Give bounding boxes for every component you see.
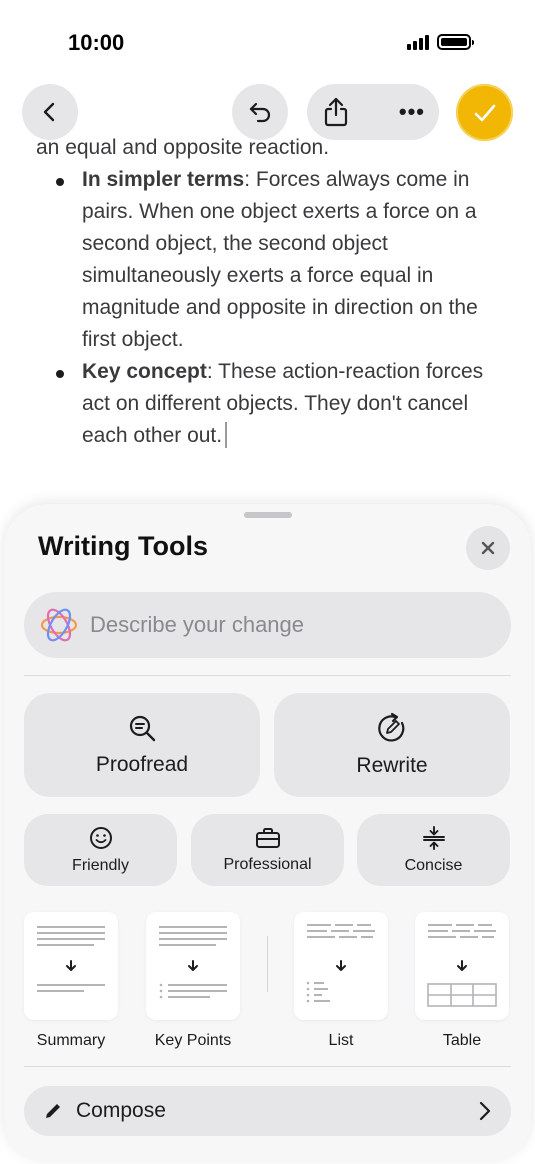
chevron-right-icon xyxy=(479,1101,491,1121)
describe-change-field[interactable] xyxy=(24,592,511,658)
table-label: Table xyxy=(442,1032,482,1049)
rewrite-icon xyxy=(378,712,405,742)
checkmark-icon xyxy=(474,104,495,121)
signal-icon xyxy=(407,34,429,50)
list-item: Key concept: These action-reaction force… xyxy=(52,356,512,452)
sheet-grabber[interactable] xyxy=(244,512,292,518)
professional-label: Professional xyxy=(223,856,312,873)
proofread-icon xyxy=(129,715,156,742)
back-button[interactable] xyxy=(22,84,78,140)
close-icon xyxy=(481,541,495,555)
bullet-term: Key concept xyxy=(82,360,207,383)
key-points-label: Key Points xyxy=(154,1032,232,1049)
list-label: List xyxy=(328,1032,354,1049)
bullet-list: In simpler terms: Forces always come in … xyxy=(52,164,512,452)
note-body[interactable]: an equal and opposite reaction. In simpl… xyxy=(0,132,535,462)
compose-label: Compose xyxy=(76,1099,166,1122)
divider xyxy=(24,675,511,676)
table-icon xyxy=(427,924,497,1007)
proofread-label: Proofread xyxy=(95,753,189,776)
friendly-label: Friendly xyxy=(72,857,129,874)
undo-icon xyxy=(249,102,271,123)
proofread-button[interactable]: Proofread xyxy=(24,693,260,797)
apple-intelligence-icon xyxy=(40,608,78,642)
concise-icon xyxy=(422,826,445,850)
briefcase-icon xyxy=(255,828,280,848)
concise-label: Concise xyxy=(404,857,463,874)
panel-title: Writing Tools xyxy=(38,531,208,561)
done-button[interactable] xyxy=(456,84,513,141)
list-item: In simpler terms: Forces always come in … xyxy=(52,164,512,356)
compose-button[interactable]: Compose xyxy=(24,1086,511,1136)
key-points-icon xyxy=(159,926,227,999)
bullet-term: In simpler terms xyxy=(82,168,245,191)
list-icon xyxy=(306,924,375,1003)
rewrite-label: Rewrite xyxy=(356,754,428,777)
key-points-card[interactable] xyxy=(146,912,240,1020)
bullet-text: : Forces always come in pairs. When one … xyxy=(82,168,478,351)
professional-button[interactable]: Professional xyxy=(191,814,344,886)
close-button[interactable] xyxy=(466,526,510,570)
status-icons xyxy=(407,34,474,50)
summary-label: Summary xyxy=(36,1032,106,1049)
describe-change-input[interactable] xyxy=(90,612,470,638)
friendly-button[interactable]: Friendly xyxy=(24,814,177,886)
battery-icon xyxy=(437,34,474,50)
divider xyxy=(24,1066,511,1067)
chevron-left-icon xyxy=(43,102,55,122)
share-more-group: ••• xyxy=(307,84,439,140)
pencil-icon xyxy=(46,1104,60,1118)
summary-card[interactable] xyxy=(24,912,118,1020)
more-button[interactable]: ••• xyxy=(399,99,425,125)
writing-tools-panel: Writing Tools Proofread Rewrite Friendly… xyxy=(4,504,531,1160)
share-icon[interactable] xyxy=(321,96,351,128)
rewrite-button[interactable]: Rewrite xyxy=(274,693,510,797)
divider xyxy=(267,936,268,992)
list-card[interactable] xyxy=(294,912,388,1020)
text-cursor xyxy=(225,422,228,448)
table-card[interactable] xyxy=(415,912,509,1020)
undo-button[interactable] xyxy=(232,84,288,140)
smiley-icon xyxy=(89,827,112,849)
concise-button[interactable]: Concise xyxy=(357,814,510,886)
doc-lead-text: an equal and opposite reaction. xyxy=(36,136,330,159)
status-time: 10:00 xyxy=(68,30,125,55)
status-bar: 10:00 xyxy=(0,0,535,80)
summary-icon xyxy=(37,926,105,992)
